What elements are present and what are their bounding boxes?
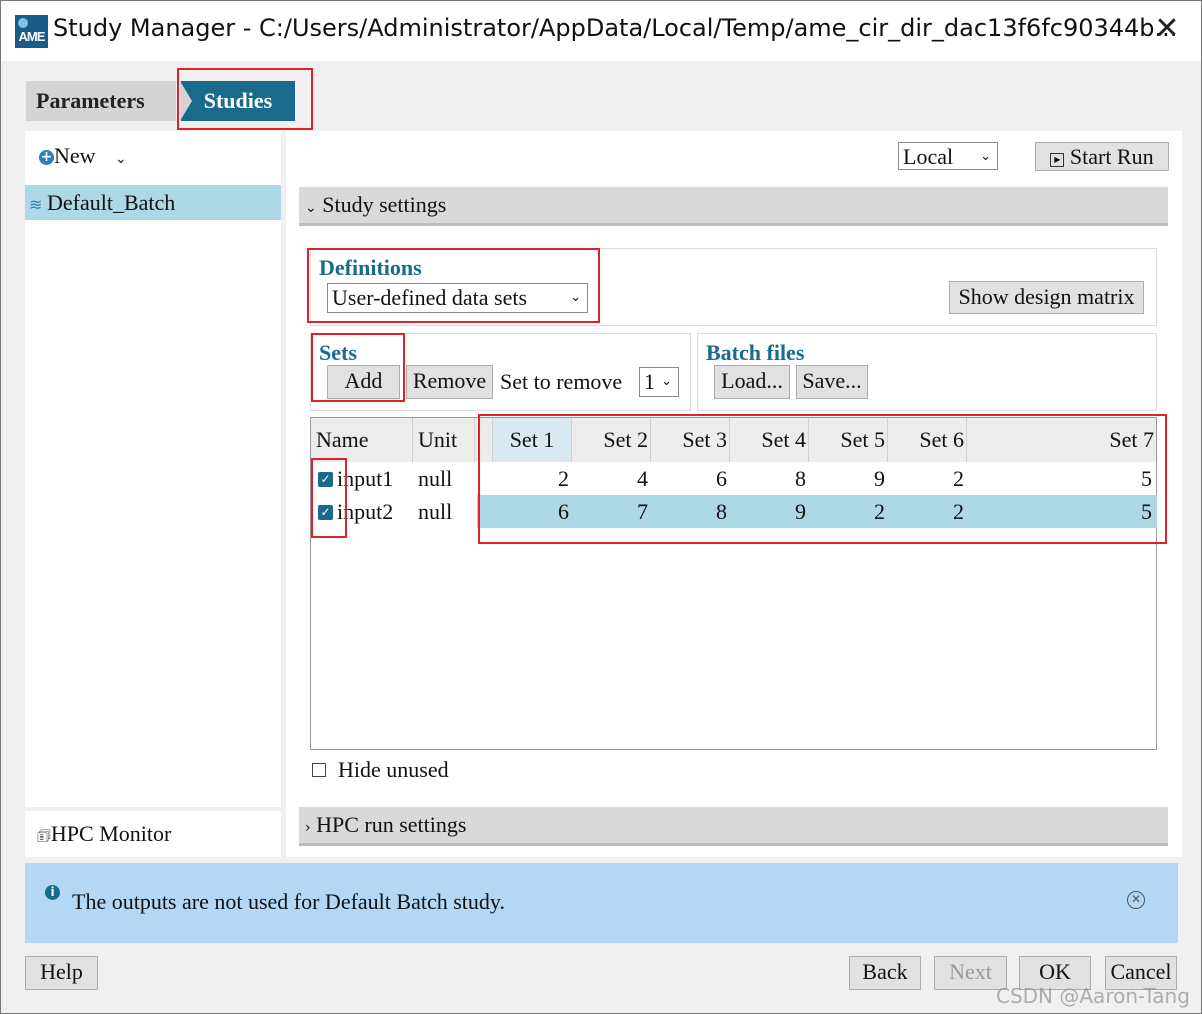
- plus-icon: +: [39, 149, 54, 165]
- hpc-run-settings-title: HPC run settings: [316, 812, 467, 837]
- set-to-remove-value: 1: [644, 369, 655, 394]
- sets-label: Sets: [319, 340, 357, 365]
- hpc-monitor-link[interactable]: 🗊HPC Monitor: [37, 821, 171, 851]
- column-header-spacer: [475, 418, 493, 462]
- chevron-right-icon: ›: [305, 820, 311, 836]
- remove-set-button[interactable]: Remove: [406, 365, 493, 399]
- watermark: CSDN @Aaron-Tang: [996, 984, 1190, 1008]
- param-name: input2: [337, 499, 394, 524]
- new-study-button[interactable]: +New ⌄: [39, 143, 127, 169]
- tab-studies[interactable]: Studies: [180, 81, 295, 121]
- hpc-monitor-panel[interactable]: 🗊HPC Monitor: [25, 811, 281, 857]
- start-run-button[interactable]: ▶ Start Run: [1035, 142, 1169, 171]
- column-header-set-3[interactable]: Set 3: [651, 418, 730, 462]
- chevron-down-icon: ⌄: [661, 374, 672, 389]
- param-name: input1: [337, 466, 394, 491]
- close-window-button[interactable]: ✕: [1149, 11, 1185, 47]
- dismiss-icon[interactable]: ✕: [1127, 891, 1145, 909]
- table-cell[interactable]: 2: [888, 495, 964, 528]
- column-header-set-7[interactable]: Set 7: [967, 418, 1156, 462]
- hpc-monitor-label: HPC Monitor: [50, 821, 172, 846]
- table-cell[interactable]: 8: [730, 462, 806, 495]
- chevron-down-icon: ⌄: [570, 290, 581, 305]
- play-icon: ▶: [1050, 153, 1065, 167]
- row-checkbox[interactable]: ✓: [318, 505, 333, 520]
- study-settings-header[interactable]: ⌄ Study settings: [299, 187, 1168, 226]
- new-label: New: [54, 143, 96, 168]
- column-header-set-1[interactable]: Set 1: [493, 418, 572, 462]
- tab-studies-label: Studies: [203, 88, 273, 113]
- batch-files-label: Batch files: [706, 340, 805, 365]
- set-to-remove-label: Set to remove: [500, 369, 623, 394]
- definitions-value: User-defined data sets: [332, 285, 528, 310]
- definitions-label: Definitions: [319, 255, 422, 280]
- table-cell[interactable]: 6: [493, 495, 569, 528]
- table-cell[interactable]: 9: [730, 495, 806, 528]
- study-settings-title: Study settings: [322, 192, 447, 217]
- chevron-down-icon: ⌄: [980, 149, 991, 164]
- table-cell[interactable]: 6: [651, 462, 727, 495]
- hpc-run-settings-header[interactable]: › HPC run settings: [299, 807, 1168, 846]
- table-cell[interactable]: 9: [809, 462, 885, 495]
- column-header-set-5[interactable]: Set 5: [809, 418, 888, 462]
- param-unit: null: [418, 499, 453, 524]
- study-manager-window: AME Study Manager - C:/Users/Administrat…: [0, 0, 1202, 1014]
- info-icon: i: [45, 885, 60, 900]
- start-run-label: Start Run: [1069, 144, 1154, 169]
- load-batch-button[interactable]: Load...: [714, 365, 790, 399]
- table-cell[interactable]: 2: [888, 462, 964, 495]
- set-to-remove-select[interactable]: 1 ⌄: [639, 367, 679, 397]
- column-header-set-6[interactable]: Set 6: [888, 418, 967, 462]
- run-location-select[interactable]: Local ⌄: [898, 142, 998, 170]
- study-list-panel: +New ⌄: [25, 131, 281, 807]
- table-cell[interactable]: 5: [967, 462, 1152, 495]
- save-batch-button[interactable]: Save...: [796, 365, 868, 399]
- show-design-matrix-button[interactable]: Show design matrix: [949, 281, 1144, 314]
- chevron-down-icon[interactable]: ⌄: [115, 151, 127, 167]
- hide-unused-label: Hide unused: [338, 757, 449, 782]
- sidebar-item-default-batch[interactable]: ≋ Default_Batch: [25, 185, 281, 220]
- run-location-value: Local: [903, 144, 954, 169]
- monitor-icon: 🗊: [37, 827, 51, 845]
- column-header-name[interactable]: Name: [311, 418, 413, 462]
- table-cell[interactable]: 4: [572, 462, 648, 495]
- param-unit: null: [418, 466, 453, 491]
- help-button[interactable]: Help: [25, 956, 98, 990]
- back-button[interactable]: Back: [849, 956, 921, 990]
- table-cell[interactable]: 5: [967, 495, 1152, 528]
- table-cell[interactable]: 7: [572, 495, 648, 528]
- table-cell[interactable]: 8: [651, 495, 727, 528]
- add-set-button[interactable]: Add: [327, 365, 400, 399]
- column-header-set-4[interactable]: Set 4: [730, 418, 809, 462]
- table-row[interactable]: ✓ input1 null 2 4 6 8 9 2 5: [311, 462, 1156, 495]
- tab-parameters[interactable]: Parameters: [26, 81, 176, 121]
- info-message-bar: i The outputs are not used for Default B…: [25, 863, 1178, 943]
- ame-logo-icon: AME: [15, 15, 48, 48]
- table-cell[interactable]: 2: [809, 495, 885, 528]
- table-row[interactable]: ✓ input2 null 6 7 8 9 2 2 5: [311, 495, 1156, 528]
- sidebar-item-label: Default_Batch: [47, 190, 176, 215]
- data-sets-table: Name Unit Set 1 Set 2 Set 3 Set 4 Set 5 …: [310, 417, 1157, 750]
- chevron-down-icon: ⌄: [305, 200, 317, 216]
- batch-study-icon: ≋: [29, 195, 43, 214]
- row-checkbox[interactable]: ✓: [318, 472, 333, 487]
- table-cell[interactable]: 2: [493, 462, 569, 495]
- title-bar: AME Study Manager - C:/Users/Administrat…: [1, 1, 1201, 61]
- column-header-set-2[interactable]: Set 2: [572, 418, 651, 462]
- column-header-unit[interactable]: Unit: [413, 418, 475, 462]
- hide-unused-checkbox[interactable]: [312, 763, 326, 777]
- definitions-select[interactable]: User-defined data sets ⌄: [327, 283, 588, 313]
- info-message: The outputs are not used for Default Bat…: [72, 889, 505, 914]
- window-title: Study Manager - C:/Users/Administrator/A…: [53, 14, 1178, 42]
